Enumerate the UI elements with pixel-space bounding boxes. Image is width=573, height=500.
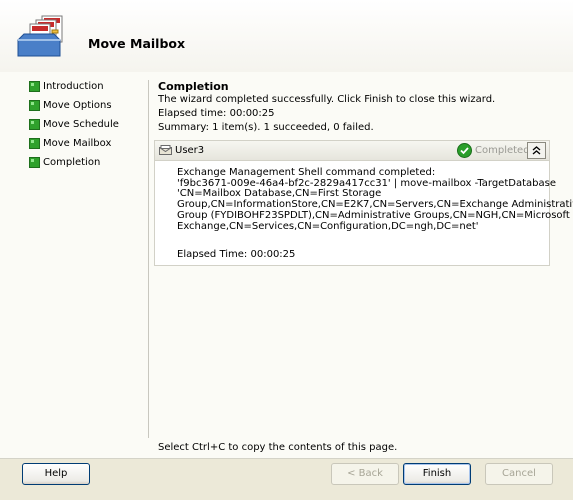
step-move-options: Move Options: [29, 100, 141, 119]
result-header: User3 Completed: [155, 141, 549, 161]
summary-text: Summary: 1 item(s). 1 succeeded, 0 faile…: [158, 122, 374, 133]
footer-divider: [0, 458, 573, 459]
step-label: Move Schedule: [43, 119, 119, 130]
result-panel: User3 Completed Exchange Management Shel…: [154, 140, 573, 266]
step-label: Move Options: [43, 100, 112, 111]
mailbox-icon: [159, 145, 172, 155]
mailbox-stack-icon: [17, 15, 63, 57]
step-label: Move Mailbox: [43, 138, 112, 149]
status-text: Completed: [475, 145, 530, 156]
output-line: Group (FYDIBOHF23SPDLT),CN=Administrativ…: [177, 209, 570, 221]
mailbox-user-name: User3: [175, 145, 205, 156]
step-move-schedule: Move Schedule: [29, 119, 141, 138]
step-complete-icon: [29, 100, 40, 111]
wizard-title: Move Mailbox: [88, 36, 186, 51]
step-completion: Completion: [29, 157, 141, 176]
result-elapsed-time: Elapsed Time: 00:00:25: [177, 249, 296, 260]
checkmark-icon: [457, 143, 472, 158]
step-label: Introduction: [43, 81, 104, 92]
step-complete-icon: [29, 157, 40, 168]
finish-button[interactable]: Finish: [403, 463, 471, 485]
output-line: Exchange,CN=Services,CN=Configuration,DC…: [177, 220, 479, 232]
completion-message: The wizard completed successfully. Click…: [158, 94, 496, 105]
command-output: Exchange Management Shell command comple…: [177, 167, 573, 232]
step-introduction: Introduction: [29, 81, 141, 100]
cancel-button[interactable]: Cancel: [485, 463, 553, 485]
step-complete-icon: [29, 138, 40, 149]
step-move-mailbox: Move Mailbox: [29, 138, 141, 157]
collapse-chevron-icon[interactable]: [527, 142, 546, 159]
elapsed-time: Elapsed time: 00:00:25: [158, 108, 275, 119]
back-button[interactable]: < Back: [331, 463, 399, 485]
step-label: Completion: [43, 157, 101, 168]
step-complete-icon: [29, 119, 40, 130]
wizard-header: Move Mailbox: [0, 0, 573, 72]
step-complete-icon: [29, 81, 40, 92]
help-button[interactable]: Help: [22, 463, 90, 485]
nav-divider: [148, 80, 149, 438]
wizard-steps: Introduction Move Options Move Schedule …: [29, 81, 141, 176]
copy-hint: Select Ctrl+C to copy the contents of th…: [158, 442, 398, 453]
page-title: Completion: [158, 80, 229, 93]
completion-section: Completion The wizard completed successf…: [158, 80, 553, 136]
